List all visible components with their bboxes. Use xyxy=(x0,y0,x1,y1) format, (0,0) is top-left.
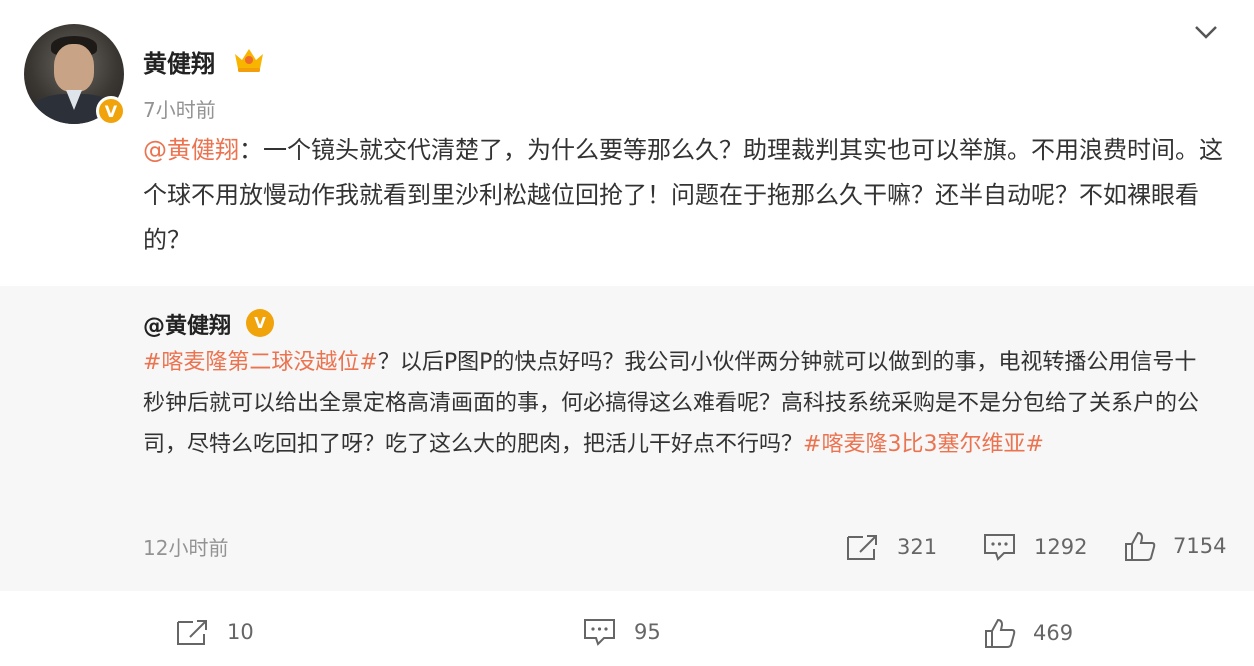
verified-badge-icon: V xyxy=(246,309,274,337)
quoted-time: 12小时前 xyxy=(143,536,229,560)
quoted-like-button[interactable]: 7154 xyxy=(1123,530,1226,562)
repost-icon xyxy=(177,620,207,645)
like-button[interactable]: 469 xyxy=(983,617,1073,649)
verified-badge-icon: V xyxy=(96,96,126,126)
quoted-author[interactable]: @黄健翔 xyxy=(143,308,231,340)
like-icon xyxy=(985,618,1016,648)
hashtag-link[interactable]: #喀麦隆3比3塞尔维亚# xyxy=(803,432,1044,457)
chevron-down-icon[interactable] xyxy=(1192,22,1220,42)
quoted-comment-button[interactable]: 1292 xyxy=(982,532,1087,562)
comment-icon xyxy=(984,534,1015,561)
mention-link[interactable]: @黄健翔 xyxy=(143,136,239,164)
quoted-repost-button[interactable]: 321 xyxy=(845,532,937,562)
weibo-post-card: V 黄健翔 7小时前 @黄健翔：一个镜头就交代清楚了，为什么要等那么久？助理裁判… xyxy=(0,0,1254,666)
like-count: 7154 xyxy=(1173,534,1227,558)
post-time: 7小时前 xyxy=(143,98,216,122)
repost-count: 321 xyxy=(897,535,938,559)
like-count: 469 xyxy=(1033,621,1074,645)
repost-icon xyxy=(847,535,877,560)
post-body: ：一个镜头就交代清楚了，为什么要等那么久？助理裁判其实也可以举旗。不用浪费时间。… xyxy=(143,136,1223,254)
repost-count: 10 xyxy=(227,620,254,644)
author-name[interactable]: 黄健翔 xyxy=(143,44,215,79)
comment-button[interactable]: 95 xyxy=(582,617,661,647)
comment-count: 1292 xyxy=(1034,535,1088,559)
repost-button[interactable]: 10 xyxy=(175,617,254,647)
hashtag-link[interactable]: #喀麦隆第二球没越位# xyxy=(143,350,378,375)
like-icon xyxy=(1125,531,1156,561)
comment-count: 95 xyxy=(634,620,661,644)
crown-icon xyxy=(235,49,263,72)
post-text: @黄健翔：一个镜头就交代清楚了，为什么要等那么久？助理裁判其实也可以举旗。不用浪… xyxy=(143,128,1223,263)
quoted-text: #喀麦隆第二球没越位#？以后P图P的快点好吗？我公司小伙伴两分钟就可以做到的事，… xyxy=(143,342,1218,465)
comment-icon xyxy=(584,619,615,646)
